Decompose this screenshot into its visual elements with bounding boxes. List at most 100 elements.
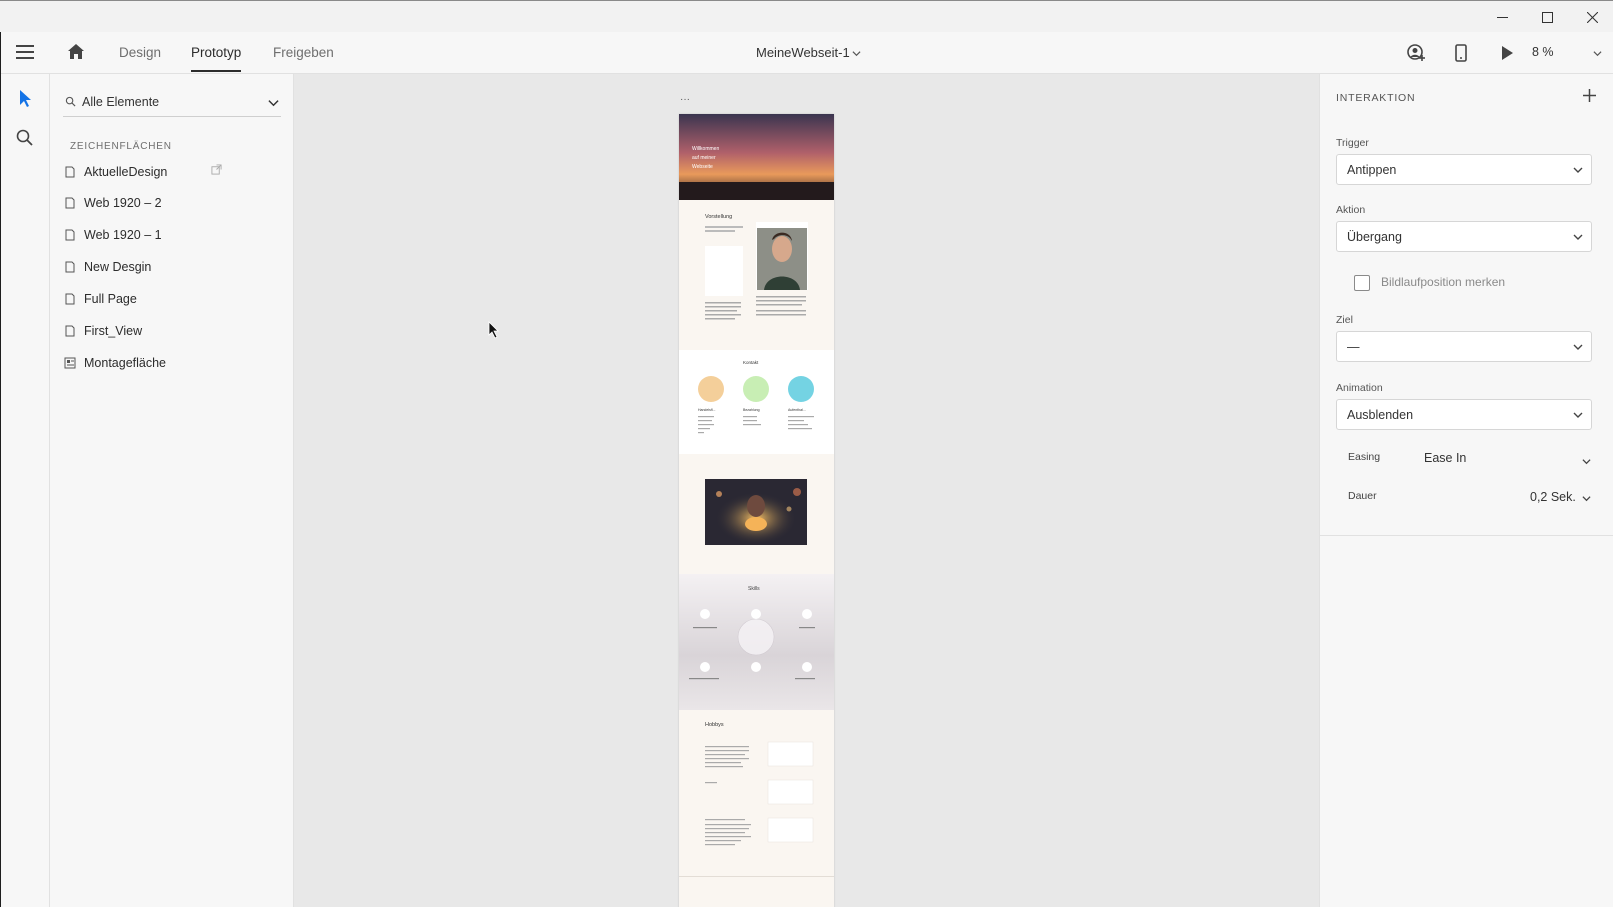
artboard-thumbnail: Willkommen auf meiner Webseite Vorstellu… — [679, 114, 834, 877]
action-label: Aktion — [1336, 204, 1366, 216]
layer-item-label: New Desgin — [84, 260, 152, 274]
close-icon — [1586, 11, 1598, 23]
hero-text-2: auf meiner — [692, 155, 716, 161]
layer-filter-label: Alle Elemente — [82, 95, 160, 109]
chevron-down-icon[interactable] — [1593, 49, 1602, 58]
animation-dropdown[interactable]: Ausblenden — [1336, 399, 1592, 430]
top-toolbar: Design Prototyp Freigeben MeineWebseit-1… — [0, 32, 1613, 74]
artboard-icon — [65, 261, 75, 273]
target-dropdown[interactable]: — — [1336, 331, 1592, 362]
search-icon[interactable] — [15, 128, 35, 148]
minimize-icon — [1496, 16, 1508, 18]
panel-divider — [1320, 535, 1613, 536]
action-value: Übergang — [1347, 230, 1402, 244]
design-canvas[interactable]: ··· Willkommen auf meiner Webseite Vorst… — [294, 74, 1319, 907]
section-skills-title: Skills — [748, 586, 760, 592]
artboard-icon — [65, 229, 75, 241]
external-link-icon[interactable] — [211, 164, 222, 175]
add-interaction-icon[interactable] — [1583, 89, 1596, 102]
animation-label: Animation — [1336, 382, 1383, 394]
chevron-down-icon — [268, 100, 279, 107]
artboard-preview[interactable]: Willkommen auf meiner Webseite Vorstellu… — [679, 114, 834, 907]
tool-rail — [0, 74, 50, 907]
preserve-scroll-label: Bildlaufposition merken — [1381, 275, 1506, 289]
window-edge — [0, 32, 1, 907]
device-preview-icon[interactable] — [1451, 43, 1471, 63]
menu-icon[interactable] — [16, 45, 34, 59]
artboard-icon — [65, 325, 75, 337]
contact-col-2: Bezahlung — [743, 408, 760, 412]
layer-item-label: Montagefläche — [84, 356, 167, 370]
layer-item-label: First_View — [84, 324, 143, 338]
contact-circle-3 — [788, 376, 814, 402]
interaction-panel: INTERAKTION Trigger Antippen Aktion Über… — [1319, 74, 1613, 907]
chevron-down-icon[interactable] — [1582, 457, 1591, 466]
easing-dropdown[interactable]: Ease In — [1424, 451, 1466, 465]
zoom-level[interactable]: 8 % — [1532, 32, 1554, 74]
duration-stepper[interactable]: 0,2 Sek. — [1530, 490, 1576, 504]
artboard-icon — [65, 197, 75, 209]
layer-item-web-1920-2[interactable]: Web 1920 – 2 — [63, 189, 288, 219]
search-icon — [65, 96, 76, 107]
chevron-down-icon[interactable] — [1582, 494, 1591, 503]
chevron-down-icon — [1573, 234, 1583, 240]
document-title[interactable]: MeineWebseit-1 — [756, 32, 850, 74]
tab-freigeben[interactable]: Freigeben — [273, 32, 334, 74]
section-kontakt-title: Kontakt — [743, 360, 759, 365]
minimize-button[interactable] — [1479, 1, 1525, 33]
artboards-section-label: ZEICHENFLÄCHEN — [70, 141, 172, 152]
xd-app-window: Design Prototyp Freigeben MeineWebseit-1… — [0, 0, 1613, 907]
contact-col-3: Aufenthal... — [788, 408, 806, 412]
layer-item-label: Web 1920 – 1 — [84, 228, 162, 242]
chevron-down-icon — [1573, 344, 1583, 350]
layer-item-new-desgin[interactable]: New Desgin — [63, 253, 288, 283]
placeholder-box — [705, 246, 743, 296]
chevron-down-icon — [1573, 412, 1583, 418]
contact-circle-2 — [743, 376, 769, 402]
chevron-down-icon — [1573, 167, 1583, 173]
contact-col-1: Handelsfl... — [698, 408, 716, 412]
pasteboard-icon — [64, 357, 76, 369]
animation-value: Ausblenden — [1347, 408, 1414, 422]
duration-label: Dauer — [1348, 490, 1377, 502]
artboard-title-handle[interactable]: ··· — [680, 94, 690, 105]
mouse-cursor-icon — [488, 321, 499, 339]
tab-prototyp[interactable]: Prototyp — [191, 32, 242, 74]
easing-label: Easing — [1348, 451, 1381, 463]
target-label: Ziel — [1336, 314, 1353, 326]
action-dropdown[interactable]: Übergang — [1336, 221, 1592, 252]
layer-item-web-1920-1[interactable]: Web 1920 – 1 — [63, 221, 288, 251]
share-user-icon[interactable] — [1406, 43, 1426, 63]
hero-text-3: Webseite — [692, 164, 713, 170]
maximize-button[interactable] — [1524, 1, 1570, 33]
contact-circle-1 — [698, 376, 724, 402]
section-vorstellung-title: Vorstellung — [705, 214, 732, 220]
layer-filter-dropdown[interactable]: Alle Elemente — [63, 87, 281, 117]
preserve-scroll-checkbox[interactable] — [1354, 275, 1370, 291]
hero-text-1: Willkommen — [692, 146, 719, 152]
trigger-label: Trigger — [1336, 137, 1369, 149]
artboard-icon — [65, 293, 75, 305]
home-icon[interactable] — [66, 42, 86, 62]
trigger-value: Antippen — [1347, 163, 1397, 177]
close-button[interactable] — [1569, 1, 1613, 33]
artboard-icon — [65, 166, 75, 178]
title-bar — [0, 0, 1613, 32]
layers-panel: Alle Elemente ZEICHENFLÄCHEN AktuelleDes… — [50, 74, 294, 907]
tab-design[interactable]: Design — [119, 32, 161, 74]
layer-item-full-page[interactable]: Full Page — [63, 285, 288, 315]
layer-item-label: AktuelleDesign — [84, 165, 168, 179]
layer-item-label: Full Page — [84, 292, 137, 306]
layer-item-label: Web 1920 – 2 — [84, 196, 162, 210]
play-icon[interactable] — [1497, 43, 1517, 63]
interaction-heading: INTERAKTION — [1336, 92, 1416, 104]
layer-item-aktuelledesign[interactable]: AktuelleDesign — [63, 158, 288, 188]
layer-item-first-view[interactable]: First_View — [63, 317, 288, 347]
layer-item-montageflaeche[interactable]: Montagefläche — [63, 349, 288, 379]
select-tool-icon[interactable] — [15, 88, 35, 108]
chevron-down-icon[interactable] — [852, 49, 861, 58]
trigger-dropdown[interactable]: Antippen — [1336, 154, 1592, 185]
target-value: — — [1347, 340, 1360, 354]
maximize-icon — [1541, 11, 1553, 23]
section-hobbys-title: Hobbys — [705, 722, 724, 728]
